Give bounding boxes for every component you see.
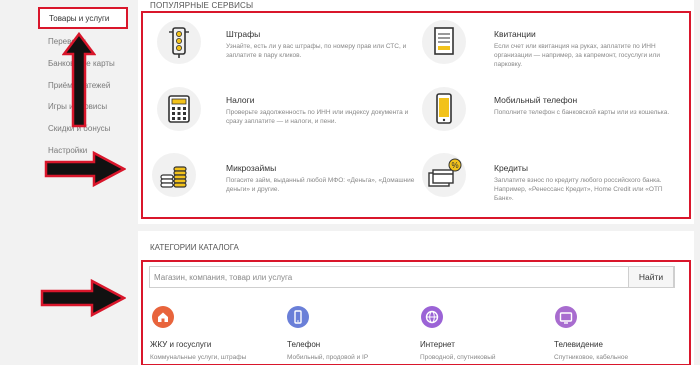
service-title: Квитанции	[494, 29, 536, 39]
arrow-up-annotation	[62, 32, 96, 128]
tv-icon[interactable]	[555, 306, 577, 328]
catalog-title: КАТЕГОРИИ КАТАЛОГА	[150, 243, 239, 252]
calculator-icon	[157, 87, 201, 131]
popular-services-title: ПОПУЛЯРНЫЕ СЕРВИСЫ	[150, 1, 254, 10]
phone-icon[interactable]	[287, 306, 309, 328]
sidebar-item-goods-services[interactable]: Товары и услуги	[38, 7, 128, 29]
service-title: Микрозаймы	[226, 163, 277, 173]
coins-icon	[152, 153, 196, 197]
catalog-search: Найти	[149, 266, 675, 288]
category-description: Коммунальные услуги, штрафы	[150, 354, 247, 361]
category-description: Мобильный, продовой и IP	[287, 354, 369, 361]
receipt-icon	[422, 20, 466, 64]
category-label[interactable]: Телефон	[287, 340, 320, 349]
svg-text:%: %	[451, 161, 458, 170]
service-description: Заплатите взнос по кредиту любого россий…	[494, 177, 663, 202]
arrow-right-annotation	[44, 150, 126, 188]
service-description: Узнайте, есть ли у вас штрафы, по номеру…	[226, 43, 407, 59]
category-description: Проводной, спутниковый	[420, 354, 496, 361]
service-title: Кредиты	[494, 163, 528, 173]
category-description: Спутниковое, кабельное	[554, 354, 629, 361]
service-description: Если счет или квитанция на руках, заплат…	[494, 43, 660, 68]
mobile-phone-icon	[422, 87, 466, 131]
service-title: Штрафы	[226, 29, 261, 39]
home-icon[interactable]	[152, 306, 174, 328]
service-description: Проверьте задолженность по ИНН или индек…	[226, 109, 409, 125]
service-description: Погасите займ, выданный любой МФО: «День…	[226, 177, 415, 193]
service-title: Мобильный телефон	[494, 95, 578, 105]
search-button[interactable]: Найти	[628, 266, 674, 288]
sidebar-item-label: Товары и услуги	[49, 14, 110, 23]
category-label[interactable]: Телевидение	[554, 340, 603, 349]
catalog-search-input[interactable]	[150, 267, 630, 287]
service-description: Пополните телефон с банковской карты или…	[494, 109, 670, 116]
globe-icon[interactable]	[421, 306, 443, 328]
credit-card-percent-icon: %	[422, 153, 466, 197]
traffic-light-icon	[157, 20, 201, 64]
category-label[interactable]: ЖКУ и госуслуги	[150, 340, 211, 349]
service-title: Налоги	[226, 95, 255, 105]
arrow-right-annotation	[40, 278, 126, 318]
category-label[interactable]: Интернет	[420, 340, 455, 349]
